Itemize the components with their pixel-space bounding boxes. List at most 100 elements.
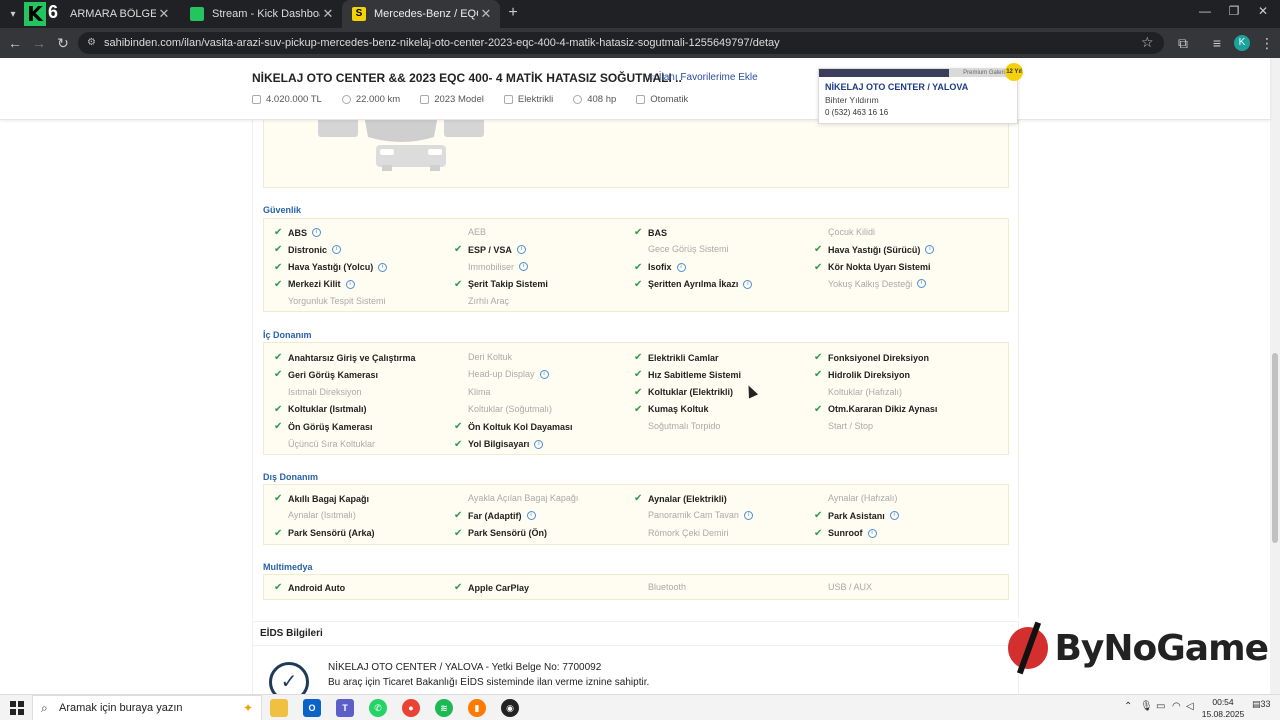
check-icon: ✔ [274, 278, 283, 290]
close-icon[interactable]: ✕ [478, 6, 494, 22]
info-icon[interactable]: i [312, 228, 322, 237]
check-icon: ✔ [274, 527, 283, 539]
info-icon[interactable]: i [526, 511, 536, 521]
feature-label: Fonksiyonel Direksiyon [828, 352, 930, 363]
info-icon[interactable]: i [378, 262, 388, 272]
reload-button[interactable]: ↻ [54, 34, 72, 52]
back-button[interactable]: ← [6, 34, 24, 52]
minimize-button[interactable]: — [1196, 4, 1214, 18]
seller-phone: 0 (532) 463 16 16 [825, 108, 889, 117]
network-icon[interactable]: ▭ [1156, 701, 1165, 712]
info-icon[interactable]: i [676, 262, 686, 272]
page-scrollbar[interactable] [1270, 58, 1280, 694]
eids-permission-line: Bu araç için Ticaret Bakanlığı EİDS sist… [328, 677, 650, 688]
feature-item: ✔ Kör Nokta Uyarı Sistemi [814, 262, 931, 273]
volume-icon[interactable]: ◁ [1186, 701, 1194, 712]
close-icon[interactable]: ✕ [320, 6, 336, 22]
check-icon: ✔ [274, 493, 283, 504]
microphone-app-icon[interactable]: ▮ [468, 699, 486, 717]
tab-title: ARMARA BÖLGESİ'NİN EN [70, 8, 156, 20]
outlook-icon[interactable]: O [303, 699, 321, 717]
tab-mercedes-listing[interactable]: S Mercedes-Benz / EQC / 400 / N ✕ [342, 0, 500, 28]
feature-item: Head-up Display i [454, 369, 549, 379]
feature-label: Römork Çeki Demiri [648, 527, 729, 538]
info-icon[interactable]: i [345, 279, 355, 289]
check-icon: ✔ [454, 527, 463, 539]
feature-item: Koltuklar (Hafızalı) [814, 387, 902, 397]
file-explorer-icon[interactable] [270, 699, 288, 717]
whatsapp-icon[interactable]: ✆ [369, 699, 387, 717]
kick-favicon-icon [190, 7, 204, 21]
spotify-icon[interactable]: ≋ [435, 699, 453, 717]
info-icon[interactable]: i [867, 528, 877, 538]
wifi-icon[interactable]: ◠ [1172, 701, 1181, 712]
notification-icon[interactable]: ▤33 [1252, 699, 1271, 710]
check-icon: ✔ [274, 582, 283, 593]
info-icon[interactable]: i [743, 279, 753, 289]
close-window-button[interactable]: ✕ [1254, 4, 1272, 18]
feature-label: ABS [288, 227, 308, 238]
feature-item: ✔ Geri Görüş Kamerası [274, 369, 378, 380]
check-icon: ✔ [634, 227, 643, 238]
profile-avatar[interactable]: K [1234, 35, 1250, 51]
price-icon [252, 95, 261, 104]
obs-icon[interactable]: ◉ [501, 699, 519, 717]
feature-item: Isıtmalı Direksiyon [274, 387, 362, 397]
tab-marmara[interactable]: ARMARA BÖLGESİ'NİN EN ✕ [60, 0, 178, 28]
info-icon[interactable]: i [917, 279, 927, 289]
teams-icon[interactable]: T [336, 699, 354, 717]
chrome-icon[interactable]: ● [402, 699, 420, 717]
menu-kebab-icon[interactable]: ⋮ [1258, 34, 1276, 52]
url-field[interactable]: ⚙ sahibinden.com/ilan/vasita-arazi-suv-p… [78, 32, 1164, 54]
tab-search-icon[interactable]: ▾ [4, 5, 22, 23]
info-icon[interactable]: i [516, 245, 526, 255]
seller-name[interactable]: NİKELAJ OTO CENTER / YALOVA [825, 82, 968, 92]
windows-start-icon[interactable] [10, 701, 24, 715]
tab-kick-dashboard[interactable]: Stream - Kick Dashboard ✕ [180, 0, 342, 28]
feature-label: Hız Sabitleme Sistemi [648, 369, 742, 380]
info-icon[interactable]: i [519, 262, 529, 272]
feature-item: ✔ Hava Yastığı (Yolcu) i [274, 262, 388, 273]
scrollbar-thumb[interactable] [1272, 353, 1278, 543]
seller-card[interactable]: Premium Galeri 12 Yıl NİKELAJ OTO CENTER… [818, 63, 1023, 124]
site-info-icon[interactable]: ⚙ [87, 32, 96, 54]
feature-item: Soğutmalı Torpido [634, 421, 720, 431]
tray-chevron-icon[interactable]: ⌃ [1124, 701, 1132, 712]
feature-item: Klima [454, 387, 491, 397]
feature-item: ✔ Far (Adaptif) i [454, 510, 536, 521]
feature-label: Kumaş Koltuk [648, 404, 709, 415]
bookmark-star-icon[interactable]: ☆ [1141, 34, 1154, 51]
new-tab-button[interactable]: + [504, 4, 522, 22]
check-icon: ✔ [634, 352, 643, 363]
microphone-icon[interactable]: 🎙 [1140, 701, 1153, 712]
info-icon[interactable]: i [332, 245, 342, 255]
check-icon: ✔ [814, 244, 823, 256]
spec-model-value: 2023 Model [434, 94, 484, 105]
feature-item: ✔ Ön Görüş Kamerası [274, 421, 373, 432]
feature-label: Apple CarPlay [468, 582, 530, 593]
check-icon: ✔ [814, 527, 823, 539]
info-icon[interactable]: i [743, 510, 753, 520]
feature-item: Bluetooth [634, 582, 686, 592]
feature-label: Zırhlı Araç [468, 296, 510, 307]
spec-km: 22.000 km [341, 94, 400, 105]
feature-item: ✔ Hız Sabitleme Sistemi [634, 369, 741, 380]
info-icon[interactable]: i [889, 511, 899, 521]
extensions-icon[interactable]: ⧉ [1174, 34, 1192, 52]
close-icon[interactable]: ✕ [156, 6, 172, 22]
check-icon: ✔ [274, 403, 283, 415]
taskbar-clock[interactable]: 00:54 15.08.2025 [1198, 696, 1248, 720]
check-icon: ✔ [814, 510, 823, 522]
feature-label: Şeritten Ayrılma İkazı [648, 279, 739, 290]
feature-box-guvenlik: ✔ ABS i AEB ✔ BAS Çocuk Kilidi ✔ Distronic i ✔ ESP … [263, 218, 1009, 312]
info-icon[interactable]: i [925, 245, 935, 255]
info-icon[interactable]: i [534, 439, 544, 449]
forward-button[interactable]: → [30, 34, 48, 52]
add-favorite-link[interactable]: ☆ İlanı Favorilerime Ekle [647, 72, 758, 83]
taskbar-search-input[interactable]: ⌕ Aramak için buraya yazın ✦ [32, 695, 262, 720]
media-icon[interactable]: ≡ [1208, 34, 1226, 52]
feature-label: Klima [468, 386, 491, 397]
restore-button[interactable]: ❐ [1225, 4, 1243, 18]
info-icon[interactable]: i [539, 369, 549, 379]
feature-label: Geri Görüş Kamerası [288, 369, 379, 380]
